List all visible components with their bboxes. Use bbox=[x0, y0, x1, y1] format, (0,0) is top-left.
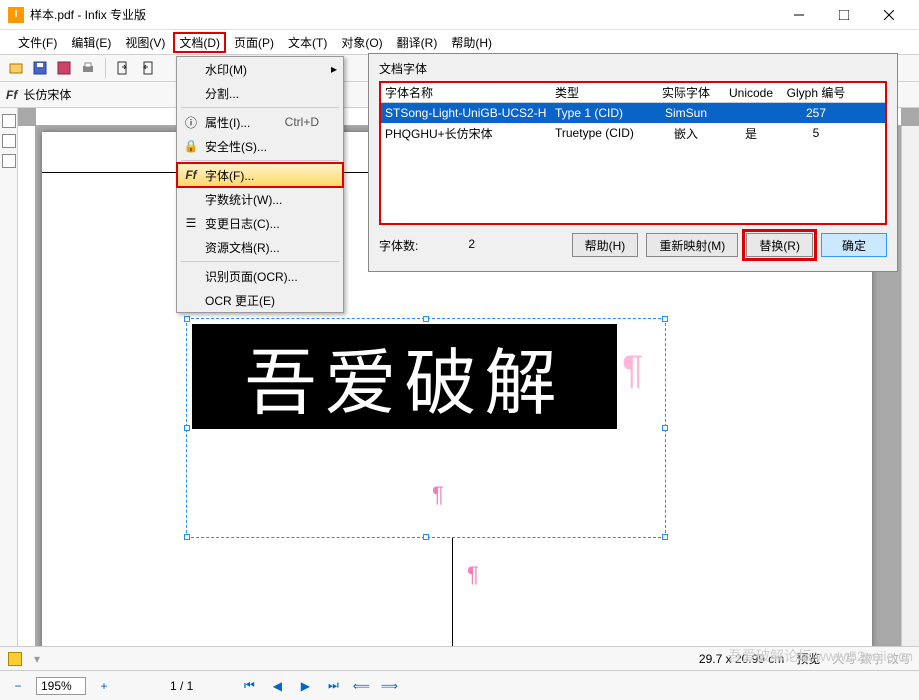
ok-button[interactable]: 确定 bbox=[821, 233, 887, 257]
menu-object[interactable]: 对象(O) bbox=[335, 32, 388, 53]
bottombar: − 195% + 1 / 1 ⏮ ◀ ▶ ⏭ ⟸ ⟹ bbox=[0, 670, 919, 700]
zoom-out-button[interactable]: − bbox=[8, 677, 28, 695]
menu-view[interactable]: 视图(V) bbox=[119, 32, 171, 53]
menu-translate[interactable]: 翻译(R) bbox=[391, 32, 444, 53]
page-indicator[interactable]: 1 / 1 bbox=[170, 679, 193, 693]
menuitem-resources[interactable]: 资源文档(R)... bbox=[177, 235, 343, 259]
remap-button[interactable]: 重新映射(M) bbox=[646, 233, 738, 257]
menu-file[interactable]: 文件(F) bbox=[12, 32, 63, 53]
menuitem-ocr-page[interactable]: 识别页面(OCR)... bbox=[177, 264, 343, 288]
prev-page-button[interactable]: ◀ bbox=[267, 677, 287, 695]
menubar: 文件(F) 编辑(E) 视图(V) 文档(D) 页面(P) 文本(T) 对象(O… bbox=[0, 30, 919, 54]
submenu-arrow-icon: ▸ bbox=[331, 62, 337, 76]
save-icon[interactable] bbox=[30, 58, 50, 78]
titlebar: I 样本.pdf - Infix 专业版 bbox=[0, 0, 919, 30]
menuitem-wordcount[interactable]: 字数统计(W)... bbox=[177, 187, 343, 211]
open-icon[interactable] bbox=[6, 58, 26, 78]
menuitem-split[interactable]: 分割... bbox=[177, 81, 343, 105]
document-menu-dropdown: 水印(M)▸ 分割... ⓘ属性(I)...Ctrl+D 🔒安全性(S)... … bbox=[176, 56, 344, 313]
menu-text[interactable]: 文本(T) bbox=[282, 32, 333, 53]
window-title: 样本.pdf - Infix 专业版 bbox=[30, 6, 776, 23]
col-unicode[interactable]: Unicode bbox=[721, 86, 781, 100]
info-icon: ⓘ bbox=[183, 114, 199, 130]
menuitem-changelog[interactable]: ☰变更日志(C)... bbox=[177, 211, 343, 235]
col-type[interactable]: 类型 bbox=[551, 84, 651, 101]
forward-button[interactable]: ⟹ bbox=[379, 677, 399, 695]
first-page-button[interactable]: ⏮ bbox=[239, 677, 259, 695]
vertical-scrollbar[interactable] bbox=[901, 126, 919, 652]
status-swatch[interactable] bbox=[8, 652, 22, 666]
selection-box[interactable] bbox=[186, 318, 666, 538]
font-count: 字体数: 2 bbox=[379, 237, 475, 254]
menuitem-watermark[interactable]: 水印(M)▸ bbox=[177, 57, 343, 81]
dialog-title: 文档字体 bbox=[379, 60, 887, 77]
replace-button[interactable]: 替换(R) bbox=[746, 233, 813, 257]
maximize-button[interactable] bbox=[821, 1, 866, 29]
pilcrow-icon: ¶ bbox=[467, 562, 479, 588]
table-header: 字体名称 类型 实际字体 Unicode Glyph 编号 bbox=[381, 83, 885, 103]
table-row[interactable]: PHQGHU+长仿宋体 Truetype (CID) 嵌入 是 5 bbox=[381, 123, 885, 143]
menu-page[interactable]: 页面(P) bbox=[228, 32, 280, 53]
pilcrow-icon: ¶ bbox=[432, 482, 444, 508]
document-fonts-dialog: 文档字体 字体名称 类型 实际字体 Unicode Glyph 编号 STSon… bbox=[368, 53, 898, 272]
export-icon[interactable] bbox=[113, 58, 133, 78]
menu-edit[interactable]: 编辑(E) bbox=[65, 32, 117, 53]
font-icon: Ff bbox=[183, 167, 199, 183]
import-icon[interactable] bbox=[137, 58, 157, 78]
menuitem-security[interactable]: 🔒安全性(S)... bbox=[177, 134, 343, 158]
tool-2[interactable] bbox=[2, 134, 16, 148]
ruler-vertical[interactable] bbox=[18, 126, 36, 652]
menu-document[interactable]: 文档(D) bbox=[173, 32, 226, 53]
menuitem-fonts[interactable]: Ff字体(F)... bbox=[177, 163, 343, 187]
col-actual[interactable]: 实际字体 bbox=[651, 84, 721, 101]
next-page-button[interactable]: ▶ bbox=[295, 677, 315, 695]
tool-3[interactable] bbox=[2, 154, 16, 168]
menuitem-properties[interactable]: ⓘ属性(I)...Ctrl+D bbox=[177, 110, 343, 134]
left-toolbox bbox=[0, 108, 18, 670]
tool-1[interactable] bbox=[2, 114, 16, 128]
minimize-button[interactable] bbox=[776, 1, 821, 29]
watermark: 吾爱破解论坛 www.52pojie.cn bbox=[728, 646, 913, 666]
help-button[interactable]: 帮助(H) bbox=[572, 233, 639, 257]
col-glyph[interactable]: Glyph 编号 bbox=[781, 84, 851, 101]
zoom-level[interactable]: 195% bbox=[36, 677, 86, 695]
back-button[interactable]: ⟸ bbox=[351, 677, 371, 695]
col-name[interactable]: 字体名称 bbox=[381, 84, 551, 101]
list-icon: ☰ bbox=[183, 215, 199, 231]
current-font[interactable]: 长仿宋体 bbox=[23, 86, 71, 103]
menuitem-ocr-fix[interactable]: OCR 更正(E) bbox=[177, 288, 343, 312]
close-button[interactable] bbox=[866, 1, 911, 29]
menu-help[interactable]: 帮助(H) bbox=[445, 32, 498, 53]
font-table: 字体名称 类型 实际字体 Unicode Glyph 编号 STSong-Lig… bbox=[379, 81, 887, 225]
print-icon[interactable] bbox=[78, 58, 98, 78]
last-page-button[interactable]: ⏭ bbox=[323, 677, 343, 695]
form-icon[interactable] bbox=[54, 58, 74, 78]
lock-icon: 🔒 bbox=[183, 138, 199, 154]
font-icon: Ff bbox=[6, 88, 17, 102]
zoom-in-button[interactable]: + bbox=[94, 677, 114, 695]
cursor-line bbox=[452, 538, 453, 652]
app-icon: I bbox=[8, 7, 24, 23]
table-row[interactable]: STSong-Light-UniGB-UCS2-H Type 1 (CID) S… bbox=[381, 103, 885, 123]
